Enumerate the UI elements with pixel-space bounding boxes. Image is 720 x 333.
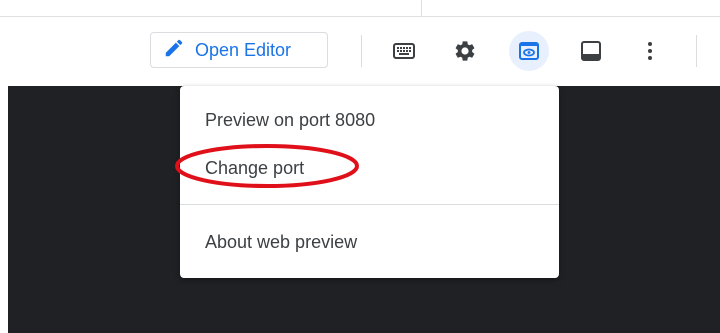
web-preview-icon[interactable] xyxy=(509,31,549,71)
toolbar: Open Editor xyxy=(0,17,720,85)
open-editor-label: Open Editor xyxy=(195,39,292,60)
menu-item-label: Preview on port 8080 xyxy=(205,109,376,130)
top-bar xyxy=(0,0,720,17)
pencil-icon xyxy=(163,37,185,64)
menu-item-label: About web preview xyxy=(205,231,358,252)
toolbar-separator xyxy=(361,35,362,67)
keyboard-icon[interactable] xyxy=(384,31,424,71)
open-editor-button[interactable]: Open Editor xyxy=(150,32,328,68)
toolbar-separator xyxy=(696,35,697,67)
menu-item-about-web-preview[interactable]: About web preview xyxy=(180,220,559,264)
web-preview-menu: Preview on port 8080 Change port About w… xyxy=(180,86,559,278)
menu-item-change-port[interactable]: Change port xyxy=(180,146,559,190)
more-vert-icon[interactable] xyxy=(630,31,670,71)
menu-divider xyxy=(180,204,559,205)
top-bar-divider xyxy=(421,0,422,16)
settings-icon[interactable] xyxy=(445,31,485,71)
terminal-panel-icon[interactable] xyxy=(571,31,611,71)
menu-item-label: Change port xyxy=(205,157,305,178)
menu-item-preview-port[interactable]: Preview on port 8080 xyxy=(180,98,559,142)
